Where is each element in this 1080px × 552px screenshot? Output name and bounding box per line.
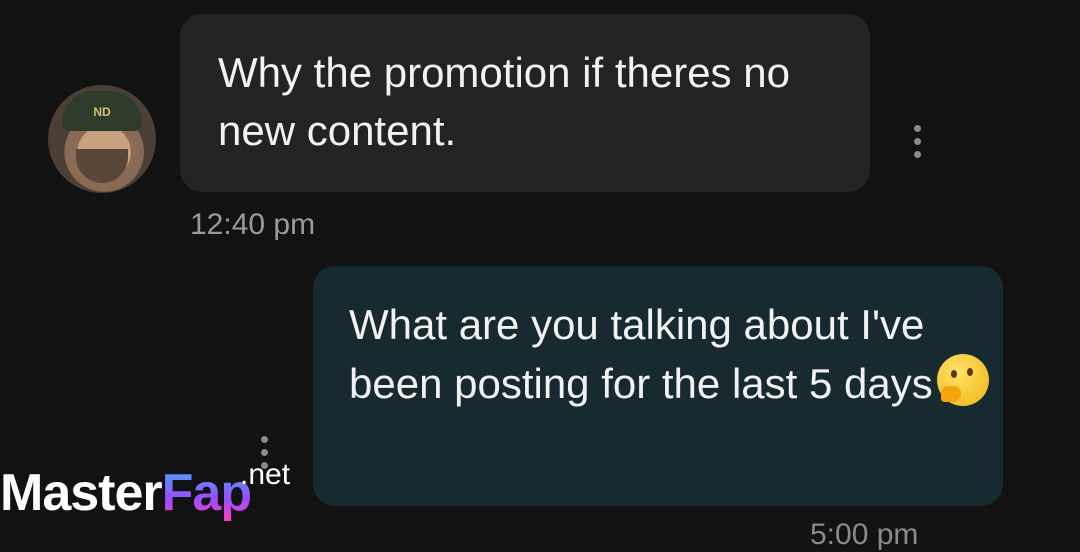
sender-avatar[interactable]: ND <box>48 85 156 193</box>
outgoing-message-text-wrap: What are you talking about I've been pos… <box>349 296 989 413</box>
watermark-suffix: .net <box>240 458 291 491</box>
watermark-part2: Fap <box>161 464 252 522</box>
thinking-face-icon <box>936 354 989 406</box>
outgoing-message-text: What are you talking about I've been pos… <box>349 301 933 407</box>
outgoing-message-time: 5:00 pm <box>810 518 919 551</box>
cap-icon: ND <box>62 91 142 131</box>
beard-shape <box>76 149 128 183</box>
watermark-logo: MasterFap .net <box>0 458 290 528</box>
incoming-message-bubble[interactable]: Why the promotion if theres no new conte… <box>180 14 870 192</box>
incoming-message-time: 12:40 pm <box>190 208 316 241</box>
watermark-part1: Master <box>0 464 163 522</box>
outgoing-message-bubble[interactable]: What are you talking about I've been pos… <box>313 266 1003 506</box>
incoming-message-text: Why the promotion if theres no new conte… <box>218 49 790 154</box>
message-options-icon[interactable] <box>912 125 922 158</box>
